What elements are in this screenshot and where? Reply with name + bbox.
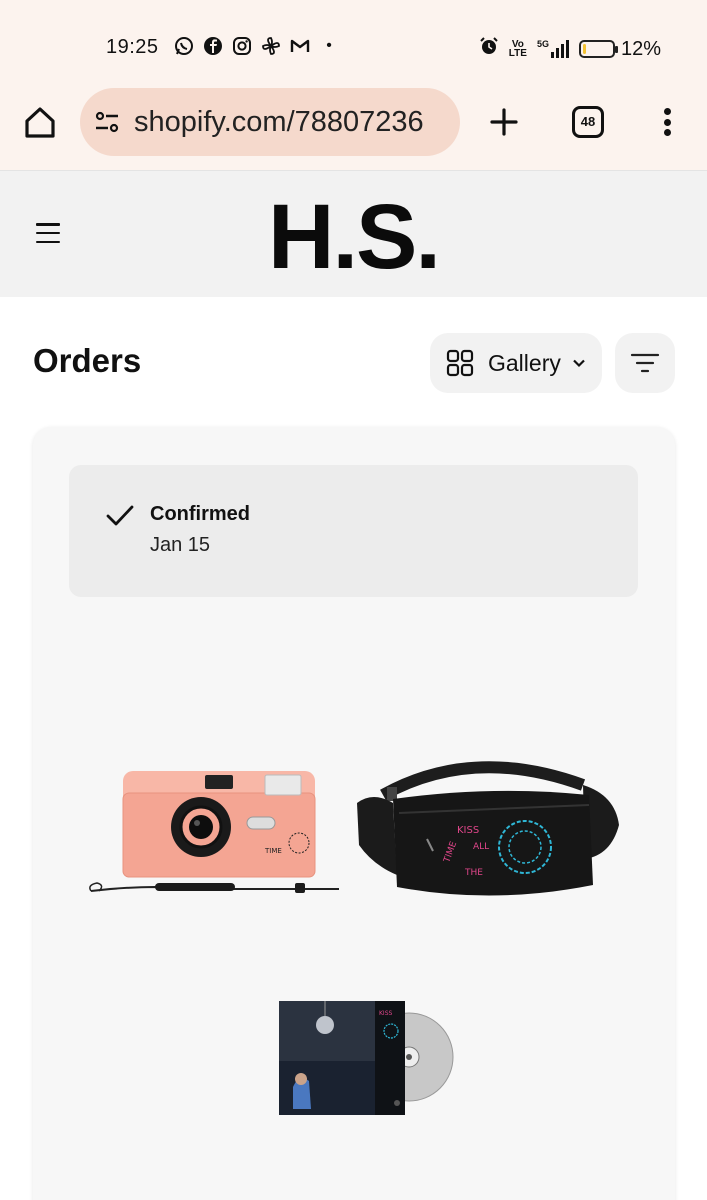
browser-chrome: 19:25 • Vo LTE 5G 12% shopify.com/788072…: [0, 0, 707, 170]
instagram-icon: [232, 36, 252, 56]
svg-text:THE: THE: [464, 868, 483, 878]
grid-icon: [446, 349, 474, 377]
chevron-down-icon: [573, 359, 585, 368]
store-header: H.S.: [0, 170, 707, 297]
order-card[interactable]: Confirmed Jan 15 TIME KISS ALL TIME THE …: [33, 427, 675, 1200]
gmail-icon: [290, 36, 310, 56]
site-settings-icon[interactable]: [94, 109, 120, 135]
pinwheel-icon: [261, 36, 281, 56]
more-notifications-dot: •: [326, 37, 332, 54]
status-time: 19:25: [106, 36, 159, 58]
camera-product-image: TIME: [85, 763, 347, 923]
album-product-image: KISS: [279, 1001, 455, 1117]
svg-text:KISS: KISS: [379, 1010, 393, 1017]
volte-indicator: Vo LTE: [508, 40, 527, 59]
home-icon: [25, 107, 55, 138]
order-date: Jan 15: [150, 534, 211, 556]
browser-toolbar: shopify.com/78807236 48: [0, 88, 707, 156]
menu-dot-icon: [663, 118, 671, 126]
bag-product-image: KISS ALL TIME THE: [353, 755, 623, 905]
alarm-icon: [479, 36, 499, 62]
plus-icon: [490, 108, 518, 136]
network-type: 5G: [536, 39, 549, 49]
address-bar[interactable]: shopify.com/78807236: [80, 88, 460, 156]
filter-icon: [630, 353, 660, 373]
check-icon: [106, 505, 134, 526]
signal-icon: 5G: [537, 40, 569, 58]
system-indicators: Vo LTE 5G 12%: [479, 36, 661, 62]
tab-switcher-button[interactable]: 48: [572, 106, 604, 138]
view-toggle-label: Gallery: [488, 349, 561, 376]
svg-text:ALL: ALL: [473, 842, 489, 852]
notification-icons: •: [174, 36, 339, 56]
svg-text:KISS: KISS: [457, 825, 479, 836]
volte-bottom: LTE: [508, 48, 527, 59]
menu-dot-icon: [663, 108, 671, 115]
order-status-box: Confirmed Jan 15: [69, 465, 638, 597]
view-toggle-button[interactable]: Gallery: [430, 333, 602, 393]
status-bar: 19:25 • Vo LTE 5G 12%: [0, 36, 707, 60]
svg-text:TIME: TIME: [264, 847, 282, 855]
facebook-icon: [203, 36, 223, 56]
page-title: Orders: [33, 342, 142, 379]
more-options-button[interactable]: [655, 104, 679, 140]
whatsapp-icon: [174, 36, 194, 56]
battery-percent: 12%: [620, 37, 661, 60]
filter-button[interactable]: [615, 333, 675, 393]
battery-icon: [578, 40, 618, 58]
order-status: Confirmed: [150, 503, 250, 525]
store-logo[interactable]: H.S.: [0, 185, 707, 290]
battery-indicator: 12%: [578, 37, 661, 61]
home-button[interactable]: [20, 102, 60, 142]
url-text: shopify.com/78807236: [134, 105, 424, 138]
menu-dot-icon: [663, 129, 671, 136]
new-tab-button[interactable]: [484, 102, 524, 142]
